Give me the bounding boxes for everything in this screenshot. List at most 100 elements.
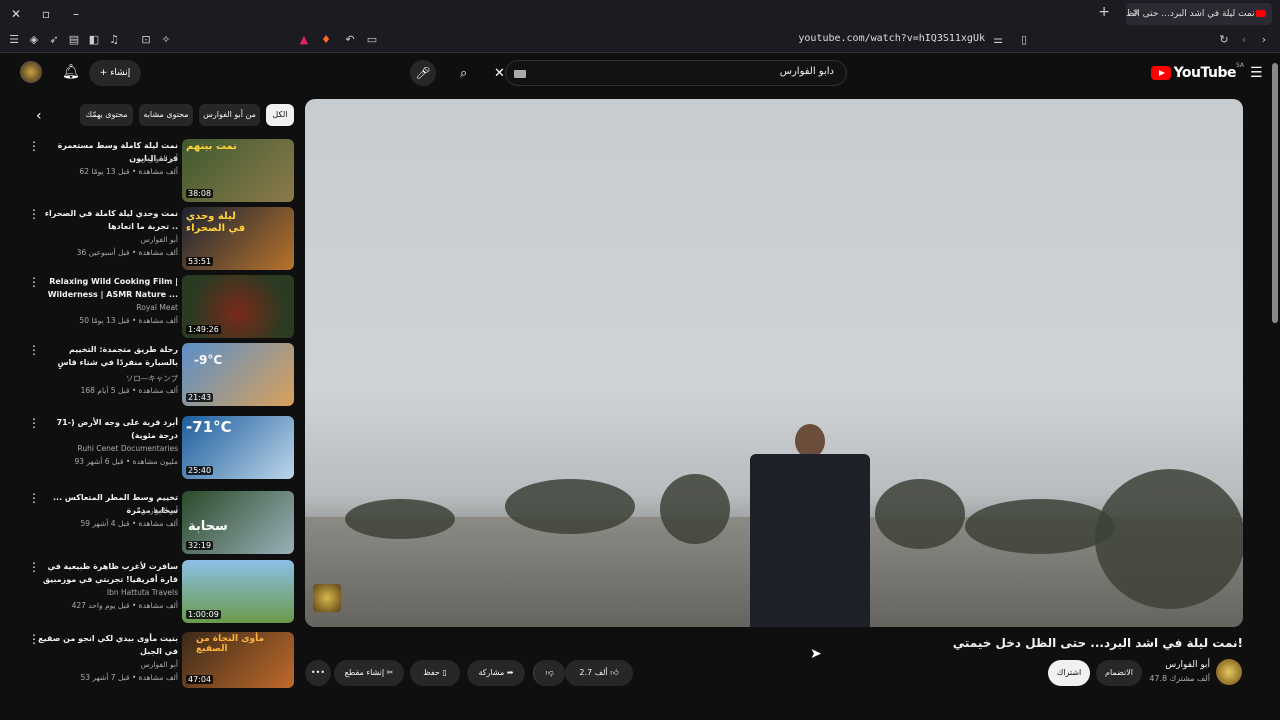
rec-channel[interactable]: Royal Meat [38, 303, 178, 312]
more-options-icon[interactable]: ⋮ [28, 343, 40, 357]
rec-channel[interactable]: ソロ―キャンプ [38, 373, 178, 384]
recommendation-item[interactable]: ⋮ رحلة طريق متجمدة: التخييم بالسيارة منف… [28, 343, 298, 407]
rec-thumbnail[interactable]: -9°C 21:43 [182, 343, 294, 406]
scrollbar-thumb[interactable] [1272, 63, 1278, 323]
search-input[interactable]: دابو الفوارس [505, 60, 847, 86]
music-icon[interactable]: ♫ [106, 32, 122, 48]
history-icon[interactable]: ▤ [66, 32, 82, 48]
rec-channel[interactable]: Ibn Hattuta Travels [38, 588, 178, 597]
recommendation-item[interactable]: ⋮ أبرد قرية على وجه الأرض (-71 درجة مئوي… [28, 416, 298, 480]
youtube-logo[interactable]: YouTube SA [1150, 62, 1244, 81]
share-button[interactable]: مشاركة ➦ [467, 660, 525, 686]
aria-icon[interactable]: ▲ [296, 32, 312, 48]
thumbs-up-icon: 👍︎ [610, 668, 619, 677]
more-options-icon[interactable]: ⋮ [28, 560, 40, 574]
more-actions-button[interactable]: ••• [305, 660, 331, 686]
more-options-icon[interactable]: ⋮ [28, 491, 40, 505]
rec-title[interactable]: نمت وحدي ليلة كاملة في الصحراء .. تجربة … [38, 207, 178, 233]
dislike-button[interactable]: 👎︎ [533, 660, 565, 686]
chips-scroll-left-icon[interactable]: ‹ [36, 108, 42, 124]
rocket-icon[interactable]: ➶ [46, 32, 62, 48]
rec-thumbnail[interactable]: 1:00:09 [182, 560, 294, 623]
account-avatar[interactable] [20, 61, 42, 83]
voice-search-icon[interactable]: 🎤︎ [410, 60, 436, 86]
like-button[interactable]: 2.7 ألف 👍︎ [565, 660, 633, 686]
rec-thumbnail[interactable]: نمت بينهم 38:08 [182, 139, 294, 202]
rec-title[interactable]: رحلة طريق متجمدة: التخييم بالسيارة منفرد… [38, 343, 178, 369]
rec-thumbnail[interactable]: سحابة 32:19 [182, 491, 294, 554]
chip-all[interactable]: الكل [266, 104, 294, 126]
create-button[interactable]: + إنشاء [89, 60, 141, 86]
join-button[interactable]: الانضمام [1096, 660, 1142, 686]
thumb-overlay-text: نمت بينهم [186, 141, 237, 152]
more-options-icon[interactable]: ⋮ [28, 139, 40, 153]
rec-meta: 50 ألف مشاهدة • قبل 13 يومًا [79, 316, 178, 325]
rec-thumbnail[interactable]: مأوى النجاة من الصقيع 47:04 [182, 632, 294, 688]
more-options-icon[interactable]: ⋮ [28, 275, 40, 289]
save-button[interactable]: حفظ ▯ [410, 660, 460, 686]
rec-meta: 93 مليون مشاهدة • قبل 6 أشهر [74, 457, 178, 466]
chip-for-you[interactable]: محتوى يهمّك [80, 104, 133, 126]
refresh-icon[interactable]: ↻ [1216, 32, 1232, 48]
clip-button[interactable]: إنشاء مقطع ✂ [334, 660, 404, 686]
back-icon[interactable]: ‹ [1236, 32, 1252, 48]
shield-icon[interactable]: ◈ [26, 32, 42, 48]
rec-duration: 32:19 [186, 541, 214, 550]
menu-icon[interactable]: ☰ [6, 32, 22, 48]
rec-channel[interactable]: Ruhi Cenet Documentaries [38, 444, 178, 453]
channel-name[interactable]: أبو الفوارس [1165, 660, 1210, 670]
rec-channel[interactable]: أبو الفوارس [38, 154, 178, 163]
maximize-icon[interactable]: ▫ [38, 6, 54, 22]
sidebar-icon[interactable]: ◧ [86, 32, 102, 48]
bookmark-icon[interactable]: ▯ [1016, 32, 1032, 48]
extensions-icon[interactable]: ✧ [158, 32, 174, 48]
guide-menu-icon[interactable]: ☰ [1250, 65, 1266, 81]
rec-meta: 53 ألف مشاهدة • قبل 7 أشهر [80, 673, 178, 682]
search-icon[interactable]: ⌕ [460, 66, 467, 81]
rec-channel[interactable]: أبو الفوارس [38, 235, 178, 244]
rec-thumbnail[interactable]: -71°C 25:40 [182, 416, 294, 479]
subscribe-button[interactable]: اشتراك [1048, 660, 1090, 686]
rec-thumbnail[interactable]: 1:49:26 [182, 275, 294, 338]
thumb-overlay-text: -9°C [194, 353, 223, 367]
clear-search-icon[interactable]: ✕ [494, 66, 505, 81]
screen-icon[interactable]: ▭ [364, 32, 380, 48]
channel-avatar[interactable] [1216, 659, 1242, 685]
recommendation-item[interactable]: ⋮ تخييم وسط المطر المتعاكس ... سحابة مدم… [28, 491, 298, 555]
tune-icon[interactable]: ⚌ [990, 32, 1006, 48]
recommendation-item[interactable]: ⋮ نمت ليلة كاملة وسط مستعمرة قردة البابو… [28, 139, 298, 203]
channel-watermark[interactable] [313, 584, 341, 612]
rec-channel[interactable]: أبو الفوارس [38, 660, 178, 669]
page-scrollbar[interactable] [1270, 53, 1280, 720]
rec-title[interactable]: سافرت لأغرب ظاهرة طبيعية في قارة أفريقيا… [38, 560, 178, 586]
browser-tab[interactable]: ✕ نمت ليلة في اشد البرد... حتى الظ [1126, 3, 1272, 25]
more-options-icon[interactable]: ⋮ [28, 632, 40, 646]
recommendation-item[interactable]: ⋮ Relaxing Wild Cooking Film | Wildernes… [28, 275, 298, 339]
rec-title[interactable]: بنيت مأوى بيدي لكي انجو من صقيع في الجبل [38, 632, 178, 658]
brave-shield-icon[interactable]: ♦ [318, 32, 334, 48]
video-player[interactable] [305, 99, 1243, 627]
chip-from-channel[interactable]: من أبو الفوارس [199, 104, 260, 126]
notifications-bell-icon[interactable]: 🔔︎ [62, 64, 80, 80]
rec-duration: 47:04 [186, 675, 214, 684]
close-tab-icon[interactable]: ✕ [1132, 3, 1140, 25]
more-options-icon[interactable]: ⋮ [28, 207, 40, 221]
rec-title[interactable]: أبرد قرية على وجه الأرض (-71 درجة مئوية) [38, 416, 178, 442]
recommendation-item[interactable]: ⋮ سافرت لأغرب ظاهرة طبيعية في قارة أفريق… [28, 560, 298, 624]
recommendation-item[interactable]: ⋮ بنيت مأوى بيدي لكي انجو من صقيع في الج… [28, 632, 298, 688]
keyboard-icon[interactable] [514, 70, 526, 78]
tab-manager-icon[interactable]: ⊡ [138, 32, 154, 48]
new-tab-button[interactable]: + [1098, 4, 1110, 20]
address-bar[interactable]: youtube.com/watch?v=hIQ3S11xgUk [760, 33, 985, 44]
close-window-icon[interactable]: ✕ [8, 6, 24, 22]
rec-title[interactable]: Relaxing Wild Cooking Film | Wilderness … [38, 275, 178, 301]
minimize-icon[interactable]: – [68, 6, 84, 22]
chip-related[interactable]: محتوى مشابه [139, 104, 193, 126]
more-options-icon[interactable]: ⋮ [28, 416, 40, 430]
recommendation-item[interactable]: ⋮ نمت وحدي ليلة كاملة في الصحراء .. تجرب… [28, 207, 298, 271]
rec-channel[interactable]: أبو الفوارس [38, 506, 178, 515]
forward-icon[interactable]: › [1256, 32, 1272, 48]
rec-thumbnail[interactable]: ليلة وحدي في الصحراء 53:51 [182, 207, 294, 270]
youtube-play-icon [1150, 66, 1171, 80]
reload-icon[interactable]: ↶ [342, 32, 358, 48]
